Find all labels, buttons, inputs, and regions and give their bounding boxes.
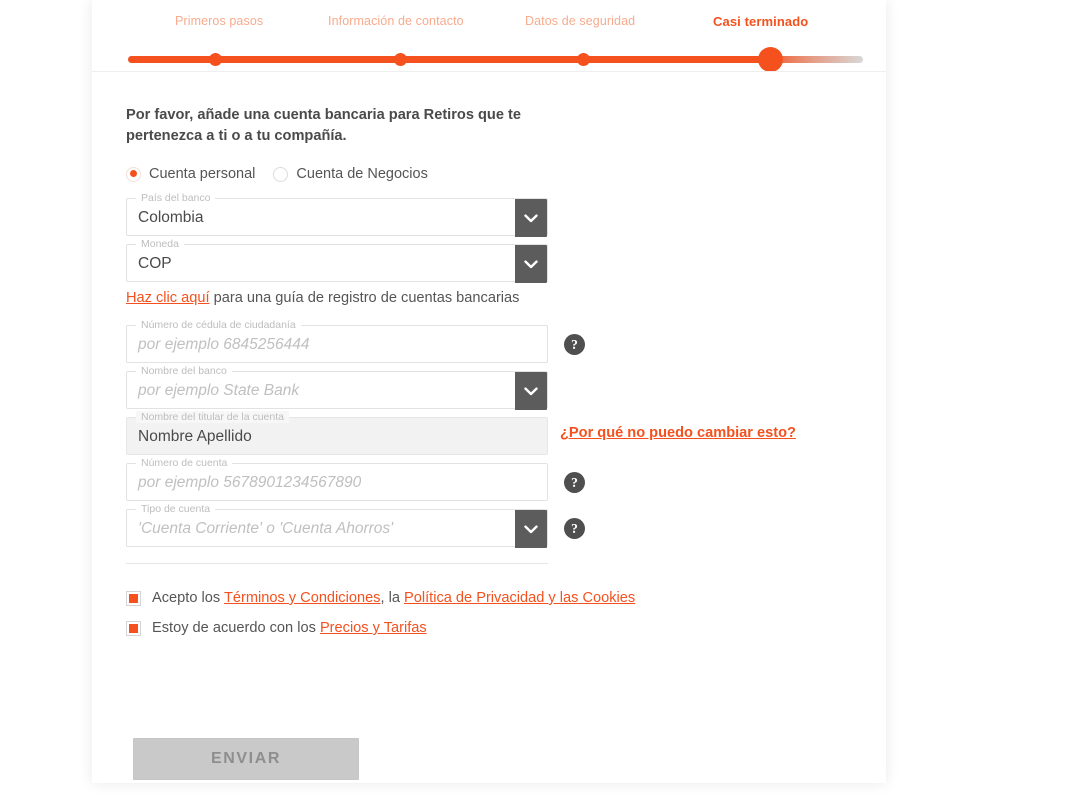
progress-fill xyxy=(128,56,863,63)
consent-row-pricing[interactable]: Estoy de acuerdo con los Precios y Tarif… xyxy=(126,620,635,636)
account-type-group: Cuenta personal Cuenta de Negocios xyxy=(126,166,428,182)
bank-guide-link[interactable]: Haz clic aquí xyxy=(126,290,210,306)
step-label-3[interactable]: Datos de seguridad xyxy=(525,14,635,28)
chevron-down-icon[interactable] xyxy=(515,372,547,410)
bank-country-legend: País del banco xyxy=(136,192,216,204)
radio-label-personal: Cuenta personal xyxy=(149,166,256,182)
field-row-account-number: Número de cuenta por ejemplo 56789012345… xyxy=(126,457,826,501)
header-divider xyxy=(92,71,886,72)
bank-country-value: Colombia xyxy=(138,209,204,226)
consent-row-terms[interactable]: Acepto los Términos y Condiciones, la Po… xyxy=(126,590,635,606)
account-holder-input: Nombre del titular de la cuenta Nombre A… xyxy=(126,411,548,455)
pricing-and-fees-link[interactable]: Precios y Tarifas xyxy=(320,620,427,636)
bank-guide-text: para una guía de registro de cuentas ban… xyxy=(209,290,520,306)
field-row-account-holder: Nombre del titular de la cuenta Nombre A… xyxy=(126,411,826,455)
field-row-id-number: Número de cédula de ciudadanía por ejemp… xyxy=(126,319,826,363)
step-dot-3[interactable] xyxy=(576,53,590,66)
account-number-legend: Número de cuenta xyxy=(136,457,233,469)
field-row-account-kind: Tipo de cuenta 'Cuenta Corriente' o 'Cue… xyxy=(126,503,826,548)
account-kind-select[interactable]: Tipo de cuenta 'Cuenta Corriente' o 'Cue… xyxy=(126,503,548,548)
checkbox-icon-pricing[interactable] xyxy=(126,620,141,636)
checkbox-icon-terms[interactable] xyxy=(126,590,141,606)
account-number-placeholder: por ejemplo 5678901234567890 xyxy=(138,474,362,491)
radio-cuenta-personal[interactable]: Cuenta personal xyxy=(126,166,255,182)
progress-track xyxy=(128,56,863,63)
bank-account-form: País del banco Colombia Moneda COP Haz c… xyxy=(126,192,826,555)
help-icon-account-kind[interactable]: ? xyxy=(564,518,585,539)
bank-name-placeholder: por ejemplo State Bank xyxy=(138,382,300,399)
field-row-bank-country: País del banco Colombia xyxy=(126,192,826,237)
bank-name-select[interactable]: Nombre del banco por ejemplo State Bank xyxy=(126,365,548,410)
consent-pricing-text: Estoy de acuerdo con los Precios y Tarif… xyxy=(152,620,427,636)
radio-icon-negocios xyxy=(273,166,289,182)
consent-terms-text: Acepto los Términos y Condiciones, la Po… xyxy=(152,590,635,606)
step-label-4[interactable]: Casi terminado xyxy=(713,14,808,29)
id-number-input[interactable]: Número de cédula de ciudadanía por ejemp… xyxy=(126,319,548,363)
step-dot-4-current[interactable] xyxy=(757,47,783,72)
radio-icon-personal xyxy=(126,166,141,182)
form-divider xyxy=(126,563,548,564)
account-holder-legend: Nombre del titular de la cuenta xyxy=(136,411,289,423)
currency-legend: Moneda xyxy=(136,238,184,250)
bank-name-legend: Nombre del banco xyxy=(136,365,232,377)
step-dot-1[interactable] xyxy=(208,53,222,66)
progress-stepper: Primeros pasos Información de contacto D… xyxy=(128,14,863,72)
consent-terms-middle: , la xyxy=(380,590,405,606)
account-holder-value: Nombre Apellido xyxy=(138,428,252,445)
chevron-down-icon[interactable] xyxy=(515,199,547,237)
account-number-input[interactable]: Número de cuenta por ejemplo 56789012345… xyxy=(126,457,548,501)
id-number-legend: Número de cédula de ciudadanía xyxy=(136,319,301,331)
bank-country-select[interactable]: País del banco Colombia xyxy=(126,192,548,237)
field-row-bank-name: Nombre del banco por ejemplo State Bank xyxy=(126,365,826,410)
submit-button[interactable]: ENVIAR xyxy=(133,738,359,780)
help-icon-id-number[interactable]: ? xyxy=(564,334,585,355)
consent-pricing-prefix: Estoy de acuerdo con los xyxy=(152,620,320,636)
privacy-policy-cookies-link[interactable]: Política de Privacidad y las Cookies xyxy=(404,590,635,606)
account-kind-legend: Tipo de cuenta xyxy=(136,503,216,515)
step-label-2[interactable]: Información de contacto xyxy=(328,14,464,28)
currency-value: COP xyxy=(138,255,172,272)
chevron-down-icon[interactable] xyxy=(515,245,547,283)
id-number-placeholder: por ejemplo 6845256444 xyxy=(138,336,310,353)
help-icon-account-number[interactable]: ? xyxy=(564,472,585,493)
account-kind-placeholder: 'Cuenta Corriente' o 'Cuenta Ahorros' xyxy=(138,520,394,537)
radio-label-negocios: Cuenta de Negocios xyxy=(296,166,428,182)
terms-and-conditions-link[interactable]: Términos y Condiciones xyxy=(224,590,381,606)
page-title: Por favor, añade una cuenta bancaria par… xyxy=(126,107,521,145)
page-root: Primeros pasos Información de contacto D… xyxy=(0,0,1080,803)
currency-select[interactable]: Moneda COP xyxy=(126,238,548,283)
consent-group: Acepto los Términos y Condiciones, la Po… xyxy=(126,590,635,650)
consent-terms-prefix: Acepto los xyxy=(152,590,224,606)
chevron-down-icon[interactable] xyxy=(515,510,547,548)
step-label-1[interactable]: Primeros pasos xyxy=(175,14,263,28)
radio-cuenta-negocios[interactable]: Cuenta de Negocios xyxy=(273,166,428,182)
why-cannot-change-link[interactable]: ¿Por qué no puedo cambiar esto? xyxy=(560,425,796,441)
step-dot-2[interactable] xyxy=(393,53,407,66)
field-row-currency: Moneda COP xyxy=(126,238,826,283)
bank-guide-line: Haz clic aquí para una guía de registro … xyxy=(126,290,826,312)
